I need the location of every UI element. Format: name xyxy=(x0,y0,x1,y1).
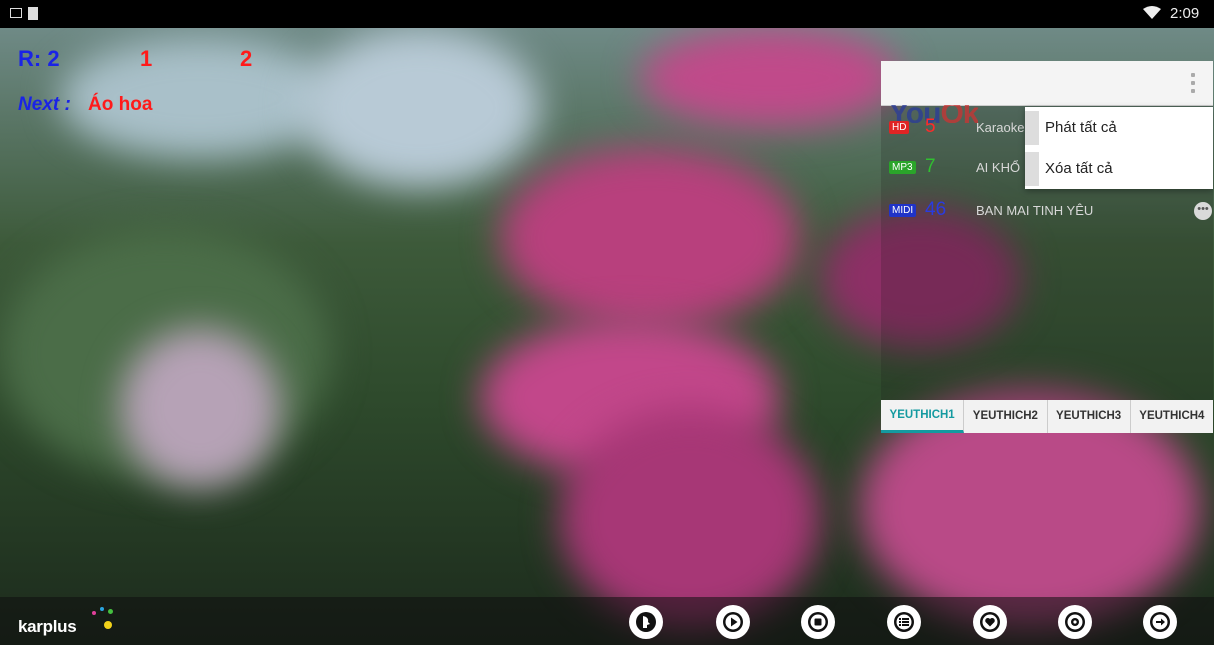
format-badge: HD xyxy=(889,121,910,134)
song-title: BAN MAI TINH YÊU xyxy=(976,203,1094,218)
song-number: 5 xyxy=(925,116,936,137)
exit-button[interactable] xyxy=(1143,605,1177,639)
favorite-button[interactable] xyxy=(973,605,1007,639)
song-row[interactable]: MIDI 46 BAN MAI TINH YÊU ••• xyxy=(881,192,1213,232)
wifi-icon xyxy=(1143,6,1161,19)
stop-button[interactable] xyxy=(801,605,835,639)
play-button[interactable] xyxy=(716,605,750,639)
foxglove-petal-4 xyxy=(640,28,900,128)
tab-yeuthich2[interactable]: YEUTHICH2 xyxy=(964,400,1048,433)
logo-dots-icon xyxy=(82,605,122,635)
counter-value-1: 1 xyxy=(140,46,153,71)
menu-item-label: Xóa tất cả xyxy=(1045,160,1113,177)
menu-item-play-all[interactable]: Phát tất cả xyxy=(1025,107,1213,148)
play-icon xyxy=(723,612,743,632)
status-bar: 2:09 xyxy=(0,0,1214,28)
control-bar: karplus xyxy=(0,597,1214,645)
counter-value-2: 2 xyxy=(240,46,253,71)
menu-item-label: Phát tất cả xyxy=(1045,119,1117,136)
sky-blur-2 xyxy=(300,28,540,188)
next-label: Next : xyxy=(18,94,71,115)
settings-button[interactable] xyxy=(1058,605,1092,639)
karplus-logo: karplus xyxy=(18,617,77,636)
menu-item-clear-all[interactable]: Xóa tất cả xyxy=(1025,148,1213,189)
row-more-icon[interactable]: ••• xyxy=(1194,202,1212,220)
sim-icon xyxy=(28,7,38,20)
tab-yeuthich1[interactable]: YEUTHICH1 xyxy=(881,400,965,433)
menu-item-marker xyxy=(1025,152,1039,186)
clock-time: 2:09 xyxy=(1170,5,1200,22)
menu-item-marker xyxy=(1025,111,1039,145)
foxglove-petal-1 xyxy=(500,148,800,328)
next-song-title: Áo hoa xyxy=(88,94,153,115)
foxglove-petal-3 xyxy=(560,408,820,628)
song-number: 7 xyxy=(925,156,936,177)
tab-yeuthich4[interactable]: YEUTHICH4 xyxy=(1131,400,1213,433)
overflow-popup-menu: Phát tất cả Xóa tất cả xyxy=(1025,107,1213,189)
gallery-icon xyxy=(10,8,22,18)
vocal-icon xyxy=(636,612,656,632)
song-number: 46 xyxy=(925,199,947,220)
song-title: AI KHỔ xyxy=(976,160,1021,175)
remaining-label: R: 2 xyxy=(18,46,60,71)
playlist-icon xyxy=(894,612,914,632)
stop-icon xyxy=(808,612,828,632)
overflow-menu-icon[interactable] xyxy=(1191,73,1195,93)
exit-icon xyxy=(1150,612,1170,632)
vocal-button[interactable] xyxy=(629,605,663,639)
settings-icon xyxy=(1065,612,1085,632)
favorites-tab-bar: YEUTHICH1 YEUTHICH2 YEUTHICH3 YEUTHICH4 xyxy=(881,400,1213,433)
favorite-icon xyxy=(980,612,1000,632)
playlist-header xyxy=(881,61,1213,106)
format-badge: MIDI xyxy=(889,204,917,217)
format-badge: MP3 xyxy=(889,161,916,174)
flower-blur xyxy=(120,328,280,488)
playlist-button[interactable] xyxy=(887,605,921,639)
tab-yeuthich3[interactable]: YEUTHICH3 xyxy=(1048,400,1131,433)
